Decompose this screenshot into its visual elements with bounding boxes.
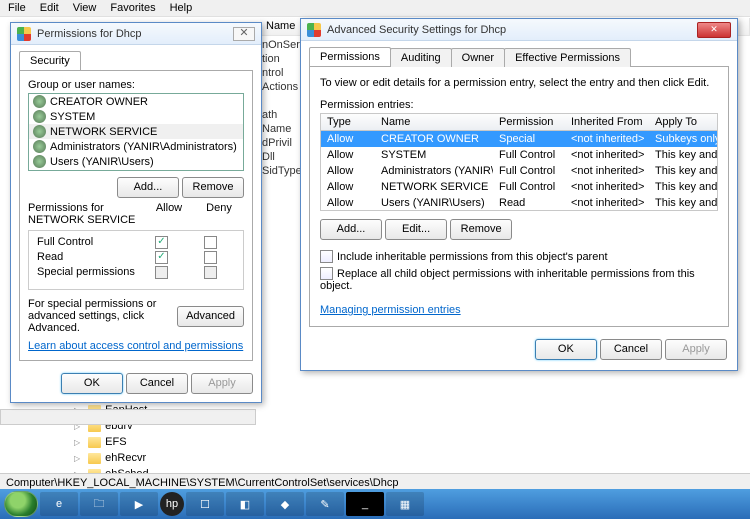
tree-label: ehRecvr <box>105 452 146 464</box>
tree-label: EFS <box>105 436 126 448</box>
dialog-title: Permissions for Dhcp <box>37 28 227 40</box>
user-icon <box>33 110 46 123</box>
col-type[interactable]: Type <box>321 114 375 130</box>
taskbar-app-icon[interactable]: ☐ <box>186 492 224 516</box>
taskbar-app-icon[interactable]: ◧ <box>226 492 264 516</box>
shield-icon <box>307 23 321 37</box>
table-row[interactable]: AllowCREATOR OWNERSpecial<not inherited>… <box>321 131 717 147</box>
user-item: CREATOR OWNER <box>50 96 148 108</box>
taskbar-explorer-icon[interactable]: 🗀 <box>80 492 118 516</box>
remove-button[interactable]: Remove <box>450 219 512 240</box>
tab-auditing[interactable]: Auditing <box>390 48 452 67</box>
menu-view[interactable]: View <box>73 2 97 14</box>
add-button[interactable]: Add... <box>117 177 179 198</box>
cancel-button[interactable]: Cancel <box>126 373 188 394</box>
menu-edit[interactable]: Edit <box>40 2 59 14</box>
apply-button[interactable]: Apply <box>665 339 727 360</box>
horizontal-scrollbar[interactable] <box>0 409 256 425</box>
shield-icon <box>17 27 31 41</box>
entries-label: Permission entries: <box>320 99 718 111</box>
replace-child-label: Replace all child object permissions wit… <box>320 268 695 292</box>
table-row[interactable]: AllowAdministrators (YANIR\Ad...Full Con… <box>321 163 717 179</box>
taskbar[interactable]: e 🗀 ▶ hp ☐ ◧ ◆ ✎ _ ▦ <box>0 489 750 519</box>
allow-checkbox[interactable]: ✓ <box>155 236 168 249</box>
taskbar-app-icon[interactable]: ◆ <box>266 492 304 516</box>
tab-permissions[interactable]: Permissions <box>309 47 391 66</box>
managing-link[interactable]: Managing permission entries <box>320 304 718 316</box>
tab-security[interactable]: Security <box>19 51 81 70</box>
close-button[interactable]: ✕ <box>233 27 255 41</box>
perm-for-label: Permissions for NETWORK SERVICE <box>28 202 144 226</box>
user-icon <box>33 155 46 168</box>
advanced-hint: For special permissions or advanced sett… <box>28 298 171 334</box>
permissions-dialog: Permissions for Dhcp ✕ Security Group or… <box>10 22 262 403</box>
user-item: SYSTEM <box>50 111 95 123</box>
start-button[interactable] <box>4 491 38 517</box>
col-inherited[interactable]: Inherited From <box>565 114 649 130</box>
perm-name: Special permissions <box>37 266 137 279</box>
ok-button[interactable]: OK <box>61 373 123 394</box>
user-icon <box>33 95 46 108</box>
learn-link[interactable]: Learn about access control and permissio… <box>28 340 244 352</box>
user-icon <box>33 140 46 153</box>
table-row[interactable]: AllowSYSTEMFull Control<not inherited>Th… <box>321 147 717 163</box>
menu-favorites[interactable]: Favorites <box>110 2 155 14</box>
edit-button[interactable]: Edit... <box>385 219 447 240</box>
allow-checkbox[interactable] <box>155 266 168 279</box>
status-path: Computer\HKEY_LOCAL_MACHINE\SYSTEM\Curre… <box>6 477 398 489</box>
menu-help[interactable]: Help <box>170 2 193 14</box>
regedit-menubar: File Edit View Favorites Help <box>0 0 750 17</box>
cancel-button[interactable]: Cancel <box>600 339 662 360</box>
dialog-title: Advanced Security Settings for Dhcp <box>327 24 691 36</box>
menu-file[interactable]: File <box>8 2 26 14</box>
entries-table[interactable]: AllowCREATOR OWNERSpecial<not inherited>… <box>320 131 718 211</box>
taskbar-app-icon[interactable]: ✎ <box>306 492 344 516</box>
taskbar-ie-icon[interactable]: e <box>40 492 78 516</box>
tab-effective[interactable]: Effective Permissions <box>504 48 631 67</box>
table-row[interactable]: AllowUsers (YANIR\Users)Read<not inherit… <box>321 195 717 211</box>
taskbar-media-icon[interactable]: ▶ <box>120 492 158 516</box>
ok-button[interactable]: OK <box>535 339 597 360</box>
folder-icon <box>88 453 101 464</box>
user-item: Users (YANIR\Users) <box>50 156 154 168</box>
user-item: NETWORK SERVICE <box>50 126 157 138</box>
replace-child-checkbox[interactable] <box>320 267 333 280</box>
include-inheritable-checkbox[interactable] <box>320 250 333 263</box>
deny-header: Deny <box>194 202 244 226</box>
include-inheritable-label: Include inheritable permissions from thi… <box>337 251 608 263</box>
perm-name: Full Control <box>37 236 137 249</box>
allow-checkbox[interactable]: ✓ <box>155 251 168 264</box>
apply-button[interactable]: Apply <box>191 373 253 394</box>
advanced-security-dialog: Advanced Security Settings for Dhcp ✕ Pe… <box>300 18 738 371</box>
deny-checkbox[interactable] <box>204 266 217 279</box>
tab-owner[interactable]: Owner <box>451 48 505 67</box>
col-name[interactable]: Name <box>375 114 493 130</box>
col-applyto[interactable]: Apply To <box>649 114 717 130</box>
entries-header: Type Name Permission Inherited From Appl… <box>320 113 718 131</box>
background-values: nOnServtionntrol Actions athNamedPrivil … <box>262 38 305 178</box>
instructions: To view or edit details for a permission… <box>320 77 718 89</box>
advanced-button[interactable]: Advanced <box>177 306 244 327</box>
user-item: Administrators (YANIR\Administrators) <box>50 141 237 153</box>
taskbar-app-icon[interactable]: ▦ <box>386 492 424 516</box>
close-button[interactable]: ✕ <box>697 22 731 38</box>
taskbar-hp-icon[interactable]: hp <box>160 492 184 516</box>
allow-header: Allow <box>144 202 194 226</box>
table-row[interactable]: AllowNETWORK SERVICEFull Control<not inh… <box>321 179 717 195</box>
add-button[interactable]: Add... <box>320 219 382 240</box>
remove-button[interactable]: Remove <box>182 177 244 198</box>
group-label: Group or user names: <box>28 79 244 91</box>
col-permission[interactable]: Permission <box>493 114 565 130</box>
user-icon <box>33 125 46 138</box>
taskbar-cmd-icon[interactable]: _ <box>346 492 384 516</box>
folder-icon <box>88 437 101 448</box>
deny-checkbox[interactable] <box>204 236 217 249</box>
users-list[interactable]: CREATOR OWNER SYSTEM NETWORK SERVICE Adm… <box>28 93 244 171</box>
deny-checkbox[interactable] <box>204 251 217 264</box>
perm-name: Read <box>37 251 137 264</box>
